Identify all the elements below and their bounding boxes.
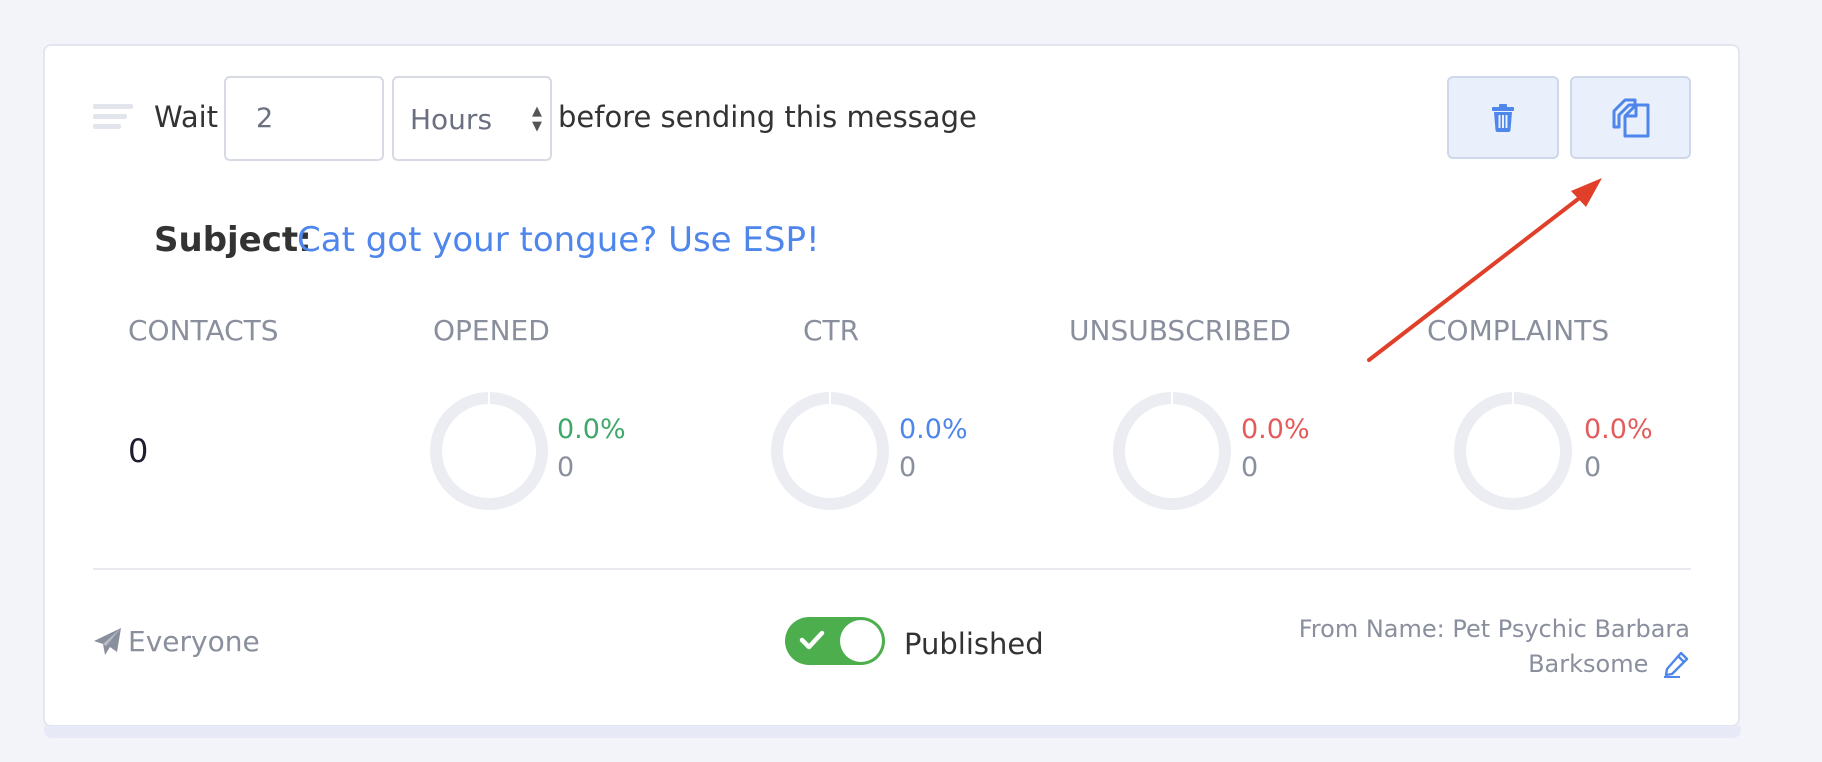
opened-percent: 0.0% [557, 414, 626, 445]
duplicate-button[interactable] [1570, 76, 1691, 159]
audience-label[interactable]: Everyone [128, 625, 260, 658]
ctr-count: 0 [899, 452, 917, 483]
toggle-knob [840, 620, 882, 662]
subject-link[interactable]: Cat got your tongue? Use ESP! [297, 220, 820, 260]
paper-plane-icon [94, 628, 121, 655]
card-shadow [44, 726, 1741, 738]
stat-header-opened: OPENED [433, 314, 550, 347]
select-arrows-icon: ▲ ▼ [532, 104, 542, 134]
drag-handle-icon[interactable] [93, 104, 135, 136]
complaints-count: 0 [1584, 452, 1602, 483]
footer-divider [93, 568, 1691, 570]
pencil-icon[interactable] [1662, 650, 1690, 678]
check-icon [799, 630, 825, 650]
subject-label: Subject: [154, 220, 312, 260]
published-toggle[interactable] [785, 617, 885, 665]
from-name-line2-row: Barksome [1299, 647, 1690, 682]
stat-header-complaints: COMPLAINTS [1427, 314, 1610, 347]
unsubscribed-count: 0 [1241, 452, 1259, 483]
delay-unit-select[interactable]: Hours ▲ ▼ [392, 76, 552, 161]
from-name-line1: From Name: Pet Psychic Barbara [1298, 615, 1690, 643]
stat-header-ctr: CTR [803, 314, 860, 347]
delay-suffix-label: before sending this message [558, 100, 977, 134]
delay-unit-value: Hours [410, 103, 493, 136]
copy-icon [1612, 98, 1649, 137]
complaints-percent: 0.0% [1584, 414, 1653, 445]
ctr-donut-chart [771, 392, 889, 510]
complaints-donut-chart [1454, 392, 1572, 510]
opened-count: 0 [557, 452, 575, 483]
opened-donut-chart [430, 392, 548, 510]
unsubscribed-donut-chart [1113, 392, 1231, 510]
trash-icon [1492, 103, 1514, 132]
wait-label: Wait [154, 100, 219, 134]
stat-header-unsubscribed: UNSUBSCRIBED [1069, 314, 1291, 347]
delete-button[interactable] [1447, 76, 1559, 159]
from-name-line2: Barksome [1528, 650, 1649, 678]
from-name: From Name: Pet Psychic Barbara Barksome [1299, 612, 1690, 682]
stat-header-contacts: CONTACTS [128, 314, 279, 347]
published-label: Published [904, 627, 1044, 661]
unsubscribed-percent: 0.0% [1241, 414, 1310, 445]
delay-amount-input[interactable] [224, 76, 384, 161]
ctr-percent: 0.0% [899, 414, 968, 445]
contacts-count: 0 [128, 432, 149, 470]
